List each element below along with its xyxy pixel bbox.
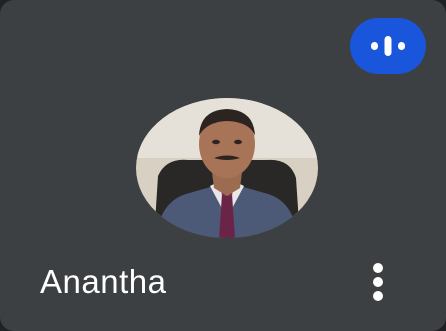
avatar — [136, 98, 318, 238]
participant-tile: Anantha — [0, 0, 446, 331]
more-vert-icon — [373, 263, 383, 301]
audio-bars-icon — [371, 36, 405, 56]
speaking-indicator — [350, 18, 426, 74]
more-options-button[interactable] — [358, 258, 398, 306]
participant-name: Anantha — [40, 263, 167, 300]
